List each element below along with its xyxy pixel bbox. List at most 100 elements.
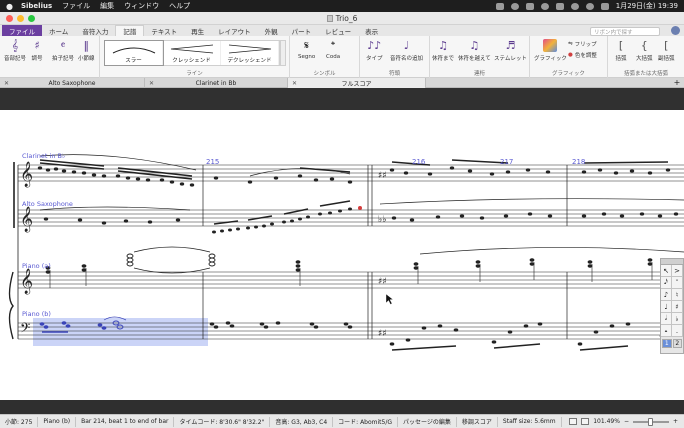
close-window-button[interactable] (6, 14, 13, 22)
score-bottom-band (0, 400, 684, 414)
tab-file[interactable]: ファイル (2, 25, 42, 36)
status-icon-2[interactable] (510, 2, 519, 10)
doc-tab-alto-sax[interactable]: ✕ Alto Saxophone (0, 78, 145, 88)
zoom-out-icon[interactable]: − (624, 418, 629, 425)
keypad-key-5[interactable]: ♪ (661, 289, 672, 301)
status-transposed-score[interactable]: 移調スコア (457, 416, 498, 427)
mouse-cursor (385, 293, 394, 305)
menu-window[interactable]: ウィンドウ (124, 1, 159, 11)
score-view[interactable]: 𝄞 𝄞 𝄞 𝄢 ♯♯ ♭♭ ♯♯ ♯♯ Clarinet in B♭ Alto … (0, 110, 684, 400)
zoom-level: 101.49% (593, 418, 620, 425)
apple-icon[interactable]: ● (6, 2, 13, 11)
keypad-panel[interactable]: ↖ > 𝅘𝅥𝅯 ˘ ♪ ♮ ♩ ♯ 𝅗𝅥 ♭ 𝅝. 1 2 (660, 258, 684, 354)
keypad-key-10[interactable]: ♭ (672, 313, 683, 325)
tab-appearance[interactable]: 外観 (258, 25, 285, 36)
stemlet-button[interactable]: ♬ ステムレット (494, 39, 527, 62)
gallery-item-crescendo[interactable]: クレッシェンド (163, 41, 221, 65)
key-signature-label: 調号 (31, 56, 43, 62)
doc-tab-clarinet[interactable]: ✕ Clarinet in Bb (145, 78, 288, 88)
flip-button[interactable]: ⇋ フリップ (568, 40, 597, 48)
notehead-group-label: 符頭 (388, 71, 400, 77)
wifi-icon[interactable] (570, 2, 579, 10)
tab-view[interactable]: 表示 (358, 25, 385, 36)
instrument-label-clarinet[interactable]: Clarinet in B♭ (22, 152, 65, 160)
menu-edit[interactable]: 編集 (100, 1, 114, 11)
sub-bracket-button[interactable]: [副括弧 (658, 39, 675, 62)
instrument-label-alto-sax[interactable]: Alto Saxophone (22, 200, 73, 208)
beam-over-rests-button[interactable]: ♫ 休符を越えて (458, 39, 491, 62)
zoom-window-button[interactable] (28, 14, 35, 22)
barline-icon: ‖ (83, 39, 90, 52)
keypad-key-9[interactable]: 𝅗𝅥 (661, 313, 672, 325)
stemlet-label: ステムレット (494, 56, 527, 62)
clef-button[interactable]: 𝄞 音部記号 (4, 39, 27, 63)
keypad-key-8[interactable]: ♯ (672, 301, 683, 313)
search-icon[interactable] (585, 2, 594, 10)
notehead-type-button[interactable]: ♪♪ タイプ (366, 39, 383, 62)
keypad-key-4[interactable]: ˘ (672, 277, 683, 289)
keypad-key-7[interactable]: ♩ (661, 301, 672, 313)
bracket-icon: [ (618, 39, 624, 52)
status-icon-4[interactable] (540, 2, 549, 10)
zoom-in-icon[interactable]: + (673, 418, 678, 425)
segno-icon: 𝄋 (304, 38, 309, 52)
beam-to-rests-button[interactable]: ♫ 休符まで (432, 39, 454, 62)
view-mode-icon[interactable] (569, 418, 578, 425)
tab-notations[interactable]: 記譜 (115, 25, 145, 36)
ribbon-group-notehead: ♪♪ タイプ ♩ 音符名の追加 符頭 (360, 36, 430, 78)
tab-play[interactable]: 再生 (184, 25, 211, 36)
add-tab-button[interactable]: + (670, 78, 684, 87)
instrument-label-piano-b[interactable]: Piano (b) (22, 310, 51, 318)
barline-button[interactable]: ‖ 小節線 (78, 39, 95, 62)
keypad-key-11[interactable]: 𝅝 (661, 325, 672, 337)
zoom-slider[interactable] (632, 417, 669, 426)
close-tab-icon[interactable]: ✕ (292, 80, 297, 87)
close-tab-icon[interactable]: ✕ (149, 80, 154, 87)
instrument-label-piano-a[interactable]: Piano (a) (22, 262, 51, 270)
adjust-color-button[interactable]: ● 色を調整 (568, 51, 597, 59)
keypad-layout-2[interactable]: 2 (672, 339, 682, 348)
keypad-layout-1[interactable]: 1 (662, 339, 672, 348)
keypad-key-6[interactable]: ♮ (672, 289, 683, 301)
gallery-item-slur[interactable]: スラー (104, 40, 164, 66)
keypad-key-3[interactable]: 𝅘𝅥𝅯 (661, 277, 672, 289)
tab-layout[interactable]: レイアウト (211, 25, 258, 36)
tab-home[interactable]: ホーム (42, 25, 75, 36)
coda-button[interactable]: 𝄌 Coda (326, 38, 340, 61)
minimize-window-button[interactable] (17, 14, 24, 22)
status-icon-3[interactable] (525, 2, 534, 10)
graphic-button[interactable]: グラフィック (534, 39, 567, 62)
close-tab-icon[interactable]: ✕ (4, 80, 9, 87)
menu-app-name[interactable]: Sibelius (21, 2, 52, 10)
clef-label: 音部記号 (4, 56, 27, 62)
coda-icon: 𝄌 (331, 38, 335, 52)
keypad-key-12[interactable]: . (672, 325, 683, 337)
key-signature-button[interactable]: ♯ 調号 (30, 39, 44, 62)
add-note-name-button[interactable]: ♩ 音符名の追加 (390, 39, 423, 62)
bracket-button[interactable]: [括弧 (614, 39, 628, 62)
time-signature-button[interactable]: 𝄴 拍子記号 (52, 39, 74, 63)
brace-button[interactable]: {大括弧 (636, 39, 653, 62)
panorama-icon[interactable] (581, 418, 590, 425)
tab-note-input[interactable]: 音符入力 (75, 25, 115, 36)
doc-tab-full-score[interactable]: ✕ フルスコア (288, 78, 426, 88)
keypad-key-1[interactable]: ↖ (661, 265, 672, 277)
tab-text[interactable]: テキスト (144, 25, 184, 36)
ribbon-search-input[interactable]: リボン内で探す (590, 27, 660, 36)
battery-icon[interactable] (555, 2, 564, 10)
control-center-icon[interactable] (600, 2, 609, 10)
beam-group-label: 連桁 (473, 71, 485, 77)
help-icon[interactable] (671, 26, 680, 35)
gallery-scrollbar[interactable] (280, 40, 286, 66)
menubar-clock[interactable]: 1月29日(金) 19:39 (616, 1, 678, 11)
menu-file[interactable]: ファイル (62, 1, 90, 11)
status-icon-1[interactable] (495, 2, 504, 10)
menu-help[interactable]: ヘルプ (169, 1, 190, 11)
tab-parts[interactable]: パート (285, 25, 319, 36)
zoom-slider-knob[interactable] (647, 417, 653, 426)
tab-review[interactable]: レビュー (318, 25, 358, 36)
segno-button[interactable]: 𝄋 Segno (298, 38, 315, 61)
gallery-item-decrescendo[interactable]: デクレッシェンド (221, 41, 279, 65)
keypad-key-2[interactable]: > (672, 265, 683, 277)
svg-text:𝄞: 𝄞 (20, 268, 33, 294)
